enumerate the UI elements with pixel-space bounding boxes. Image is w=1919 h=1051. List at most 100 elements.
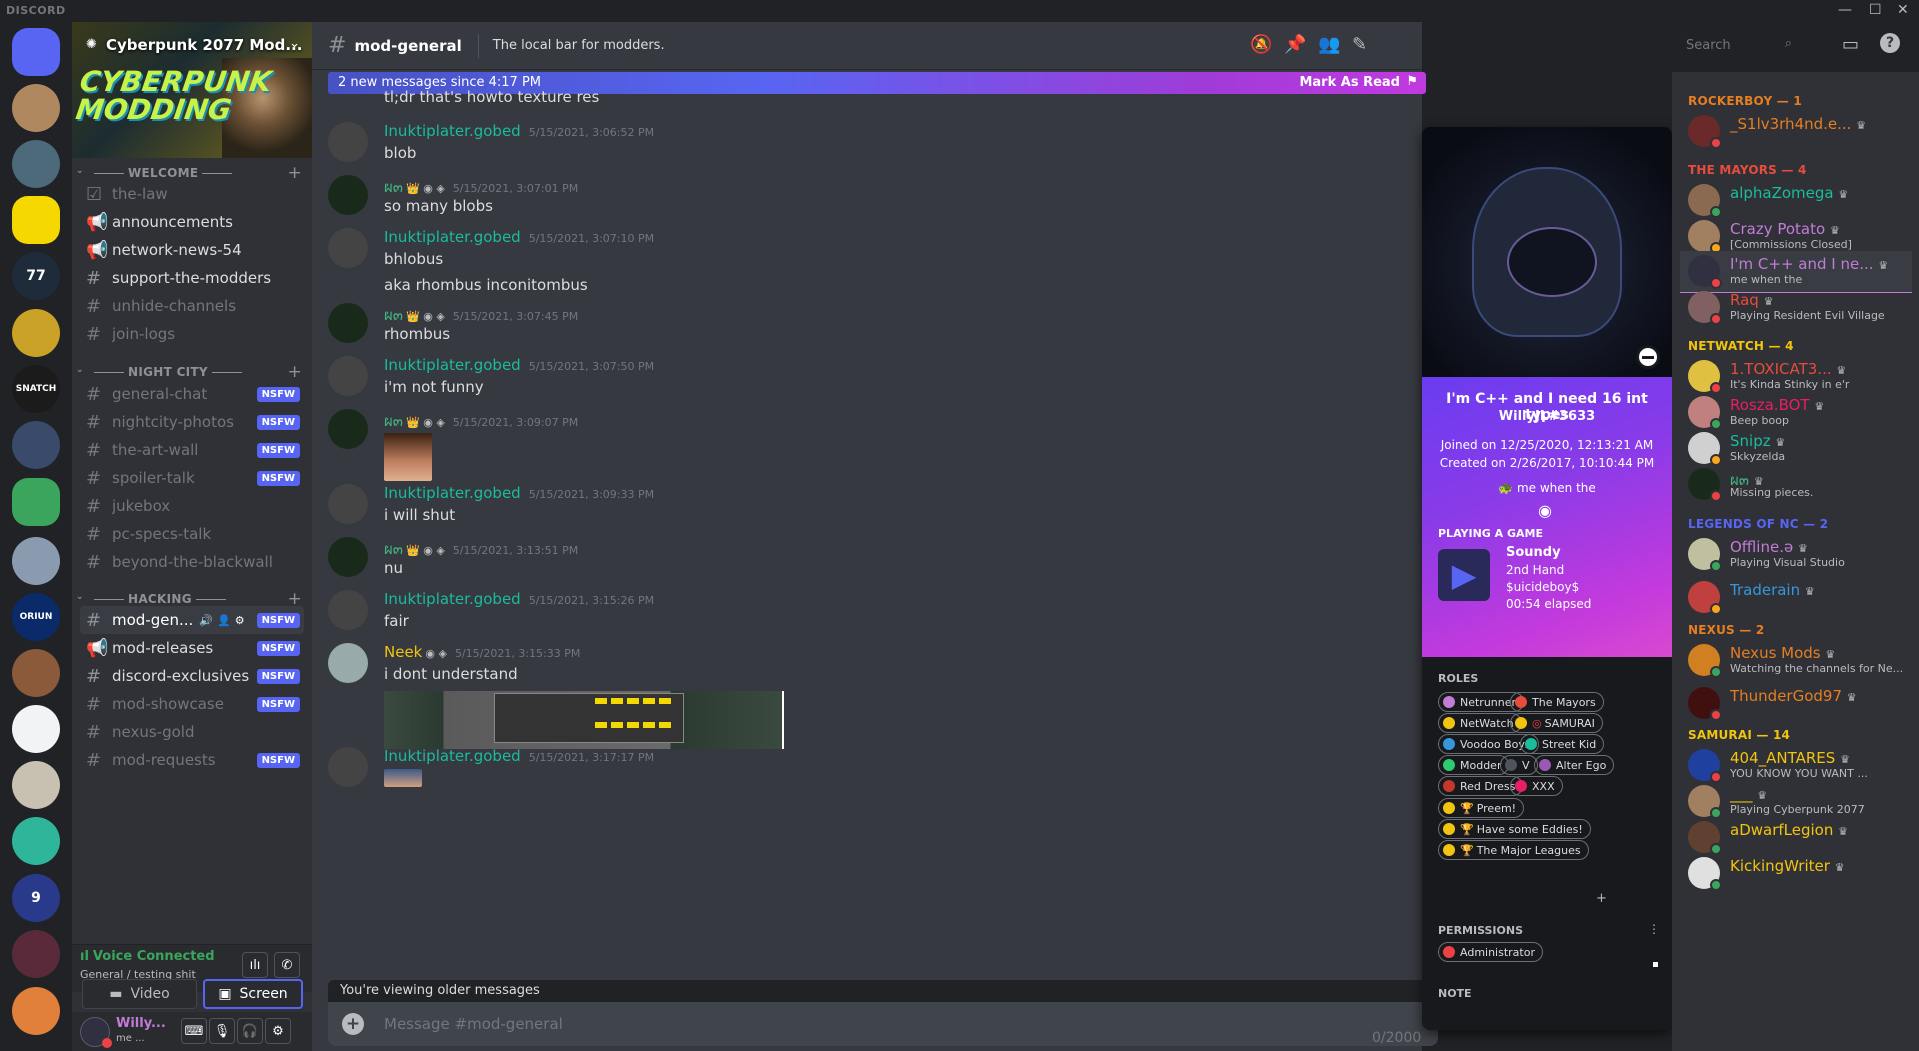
channel-mod-requests[interactable]: # mod-requests NSFW	[80, 746, 304, 774]
avatar[interactable]	[328, 484, 368, 524]
chevron-down-icon[interactable]: ⌄	[289, 36, 300, 51]
channel-beyond-the-blackwall[interactable]: # beyond-the-blackwall	[80, 548, 304, 576]
profile-tag[interactable]: WillyJL#3633	[1422, 409, 1672, 424]
mute-bell-icon[interactable]: 🔕	[1250, 34, 1272, 55]
avatar[interactable]	[328, 590, 368, 630]
avatar[interactable]	[328, 303, 368, 343]
message-input[interactable]: Message #mod-general	[384, 1015, 563, 1033]
settings-gear-icon[interactable]: ⚙	[265, 1018, 291, 1044]
role-modder[interactable]: Modder	[1438, 755, 1510, 775]
channel-the-art-wall[interactable]: # the-art-wall NSFW	[80, 436, 304, 464]
avatar[interactable]	[328, 122, 368, 162]
message-author[interactable]: Inuktiplater.gobed 5/15/2021, 3:09:33 PM	[384, 484, 654, 502]
settings-gear-icon[interactable]: ⚙	[235, 614, 245, 627]
server-icon[interactable]	[12, 421, 60, 469]
role-v[interactable]: V	[1500, 755, 1538, 775]
search-input[interactable]: Search ⌕	[1680, 32, 1798, 60]
noise-suppression-icon[interactable]: ılı	[242, 952, 268, 978]
message-author[interactable]: ผ๓ 👑 ◉ ◈ 5/15/2021, 3:09:07 PM	[384, 409, 578, 433]
channel-join-logs[interactable]: # join-logs	[80, 320, 304, 348]
role-alter-ego[interactable]: Alter Ego	[1534, 755, 1615, 775]
server-banner[interactable]: ✺ Cyberpunk 2077 Mod... ⌄ CYBERPUNK MODDI…	[72, 22, 312, 158]
channel-nightcity-photos[interactable]: # nightcity-photos NSFW	[80, 408, 304, 436]
role-have-some-eddies-[interactable]: 🏆 Have some Eddies!	[1438, 819, 1591, 839]
invite-icon[interactable]: 👤	[217, 614, 231, 627]
disconnect-icon[interactable]: ✆	[274, 952, 300, 978]
member-item[interactable]: KickingWriter ♛	[1680, 853, 1912, 895]
message-author[interactable]: Inuktiplater.gobed 5/15/2021, 3:07:50 PM	[384, 356, 654, 374]
server-icon[interactable]	[12, 705, 60, 753]
threads-icon[interactable]: ✎	[1352, 34, 1367, 55]
server-icon[interactable]: 9	[12, 874, 60, 922]
add-role-button[interactable]: +	[1596, 891, 1607, 906]
member-item[interactable]: Raq ♛ Playing Resident Evil Village	[1680, 287, 1912, 329]
channel-spoiler-talk[interactable]: # spoiler-talk NSFW	[80, 464, 304, 492]
channel-jukebox[interactable]: # jukebox	[80, 492, 304, 520]
role-xxx[interactable]: XXX	[1510, 776, 1563, 796]
avatar[interactable]	[328, 537, 368, 577]
avatar[interactable]	[328, 228, 368, 268]
server-icon[interactable]	[12, 649, 60, 697]
channel-support-the-modders[interactable]: # support-the-modders	[80, 264, 304, 292]
member-item[interactable]: ThunderGod97 ♛	[1680, 683, 1912, 725]
message-input-box[interactable]: + Message #mod-general	[328, 1002, 1438, 1046]
server-icon[interactable]: SNATCH	[12, 365, 60, 413]
server-icon[interactable]	[12, 930, 60, 978]
channel-mod-releases[interactable]: 📢 mod-releases NSFW	[80, 634, 304, 662]
channel-nexus-gold[interactable]: # nexus-gold	[80, 718, 304, 746]
message-author[interactable]: Neek ◉ ◈ 5/15/2021, 3:15:33 PM	[384, 643, 580, 661]
member-item[interactable]: Traderain ♛	[1680, 577, 1912, 619]
video-button[interactable]: ▬ Video	[82, 979, 197, 1009]
channel-mod-showcase[interactable]: # mod-showcase NSFW	[80, 690, 304, 718]
server-icon[interactable]	[12, 761, 60, 809]
avatar[interactable]	[328, 747, 368, 787]
avatar[interactable]	[328, 409, 368, 449]
maximize-button[interactable]: ☐	[1869, 2, 1882, 18]
headphones-icon[interactable]: 🎧	[237, 1018, 263, 1044]
server-icon[interactable]	[12, 537, 60, 585]
member-item[interactable]: _S1lv3rh4nd.e... ♛	[1680, 111, 1912, 153]
server-icon[interactable]	[12, 987, 60, 1035]
message-author[interactable]: Inuktiplater.gobed 5/15/2021, 3:15:26 PM	[384, 590, 654, 608]
voice-status[interactable]: Voice Connected	[93, 949, 215, 964]
server-icon[interactable]: ORIUN	[12, 593, 60, 641]
server-icon[interactable]: 77	[12, 252, 60, 300]
channel-unhide-channels[interactable]: # unhide-channels	[80, 292, 304, 320]
channel-discord-exclusives[interactable]: # discord-exclusives NSFW	[80, 662, 304, 690]
message-author[interactable]: ผ๓ 👑 ◉ ◈ 5/15/2021, 3:13:51 PM	[384, 537, 578, 561]
older-messages-notice[interactable]: You're viewing older messages	[328, 980, 1438, 1002]
role-preem-[interactable]: 🏆 Preem!	[1438, 798, 1525, 818]
image-attachment[interactable]	[384, 433, 432, 481]
minimize-button[interactable]: —	[1838, 2, 1852, 18]
server-icon[interactable]	[12, 817, 60, 865]
gamepad-icon[interactable]: ⌨	[181, 1018, 207, 1044]
channel-mod-gen[interactable]: # mod-gen... 🔊 👤 ⚙ NSFW	[80, 606, 304, 634]
more-icon[interactable]: ⋮	[1648, 922, 1660, 936]
channel-general-chat[interactable]: # general-chat NSFW	[80, 380, 304, 408]
server-icon[interactable]	[12, 478, 60, 526]
add-channel-icon[interactable]: +	[287, 362, 302, 382]
avatar[interactable]	[328, 175, 368, 215]
avatar[interactable]	[328, 643, 368, 683]
channel-announcements[interactable]: 📢 announcements	[80, 208, 304, 236]
role-the-mayors[interactable]: The Mayors	[1510, 692, 1604, 712]
image-attachment[interactable]	[384, 691, 784, 749]
image-attachment[interactable]	[384, 769, 422, 787]
close-button[interactable]: ✕	[1897, 2, 1909, 18]
member-list-icon[interactable]: 👥	[1318, 34, 1340, 55]
server-icon[interactable]	[12, 309, 60, 357]
help-icon[interactable]: ?	[1880, 33, 1900, 53]
server-icon[interactable]	[12, 28, 60, 76]
message-author[interactable]: Inuktiplater.gobed 5/15/2021, 3:17:17 PM	[384, 747, 654, 765]
server-icon[interactable]	[12, 196, 60, 244]
pin-icon[interactable]: 📌	[1284, 34, 1306, 55]
server-icon[interactable]	[12, 84, 60, 132]
channel-pc-specs-talk[interactable]: # pc-specs-talk	[80, 520, 304, 548]
role-the-major-leagues[interactable]: 🏆 The Major Leagues	[1438, 840, 1589, 860]
channel-network-news-54[interactable]: 📢 network-news-54	[80, 236, 304, 264]
member-item[interactable]: Nexus Mods ♛ Watching the channels for Ne…	[1680, 640, 1912, 682]
message-author[interactable]: ผ๓ 👑 ◉ ◈ 5/15/2021, 3:07:01 PM	[384, 175, 578, 199]
channel-the-law[interactable]: ☑ the-law	[80, 180, 304, 208]
member-item[interactable]: Offline.ə ♛ Playing Visual Studio	[1680, 534, 1912, 576]
mark-as-read-button[interactable]: Mark As Read	[1299, 75, 1400, 90]
